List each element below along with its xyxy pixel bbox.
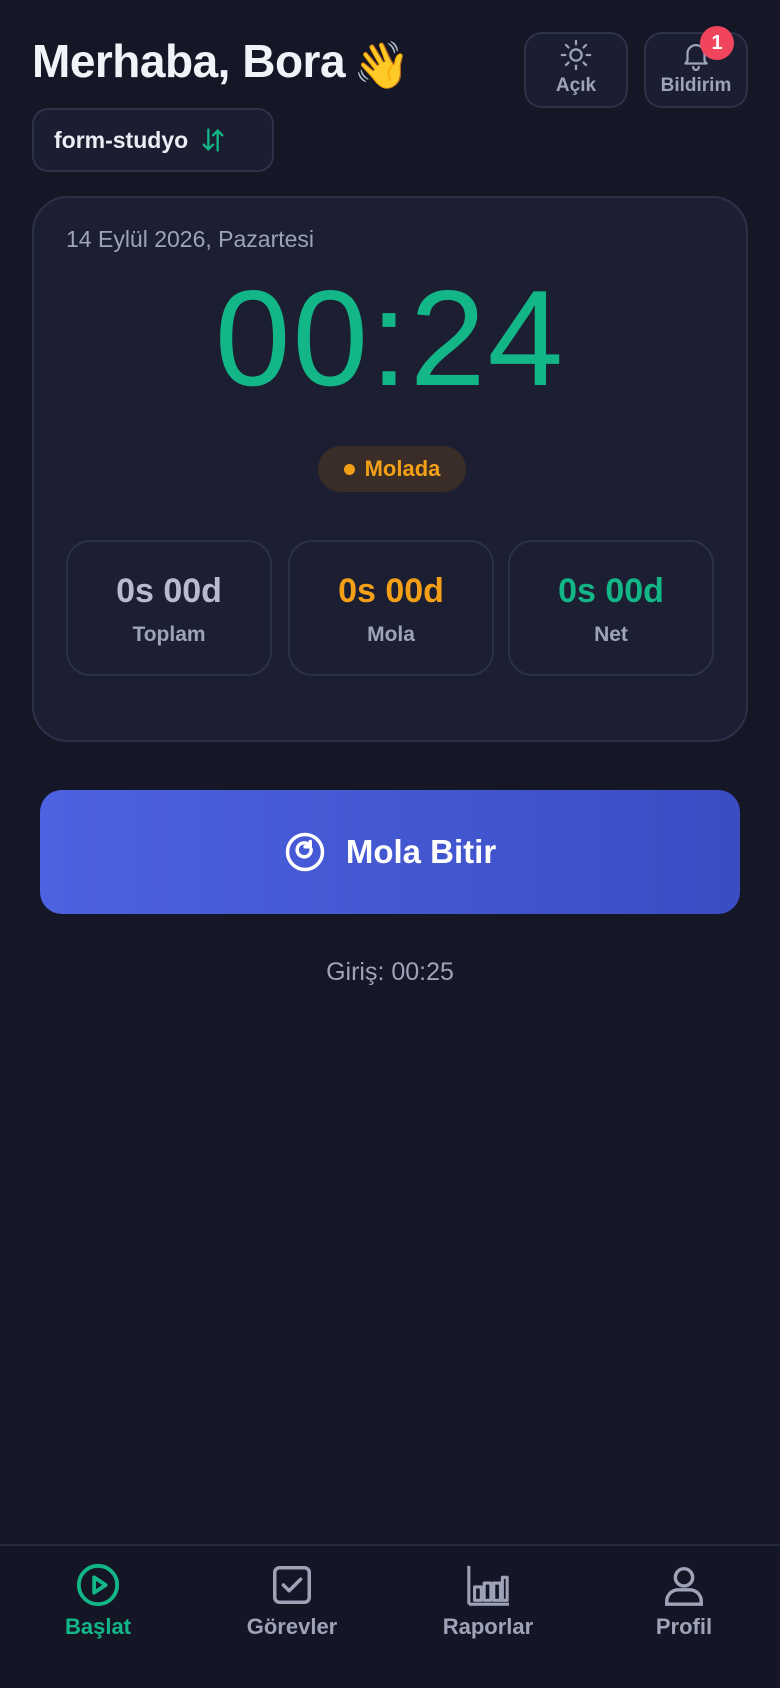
nav-label-reports: Raporlar [442, 1614, 534, 1639]
nav-item-tasks[interactable]: Görevler [212, 1562, 372, 1640]
timer-display: 00:24 [214, 262, 566, 414]
play-circle-icon [76, 1563, 120, 1607]
stat-net-value: 0s 00d [558, 572, 664, 610]
stat-net: 0s 00d Net [508, 540, 714, 676]
notifications-label: Bildirim [660, 75, 732, 96]
nav-item-profile[interactable]: Profil [604, 1562, 764, 1640]
checkbox-icon [273, 1566, 311, 1604]
waving-hand-icon: 👋 [353, 39, 410, 91]
status-text: Molada [364, 456, 441, 481]
bar-chart-icon [467, 1565, 510, 1606]
stat-break: 0s 00d Mola [288, 540, 494, 676]
nav-item-reports[interactable]: Raporlar [408, 1562, 568, 1640]
nav-item-start[interactable]: Başlat [18, 1562, 178, 1640]
app-screen: Merhaba, Bora 👋 Açık Bildirim 1 form-stud… [0, 0, 780, 1688]
stat-net-label: Net [594, 623, 628, 646]
greeting-text: Merhaba, Bora [32, 35, 346, 87]
nav-label-tasks: Görevler [246, 1614, 338, 1639]
sun-icon [560, 39, 592, 71]
workspace-name: form-studyo [54, 126, 189, 153]
end-break-button[interactable]: Mola Bitir [40, 790, 740, 914]
status-badge: Molada [318, 446, 466, 492]
notification-count-badge: 1 [700, 26, 734, 60]
user-icon [665, 1566, 703, 1606]
stat-total: 0s 00d Toplam [66, 540, 272, 676]
status-dot-icon [343, 463, 355, 475]
theme-toggle-button[interactable]: Açık [524, 32, 628, 108]
bottom-navigation: Başlat Görevler Raporlar Profil [0, 1544, 780, 1688]
stat-total-value: 0s 00d [116, 572, 222, 610]
resume-circle-icon [285, 832, 325, 872]
swap-vertical-icon [202, 128, 224, 152]
nav-label-profile: Profil [655, 1614, 713, 1639]
stat-break-value: 0s 00d [338, 572, 444, 610]
timer-card: 14 Eylül 2026, Pazartesi 00:24 Molada 0s… [32, 196, 748, 742]
workspace-switcher[interactable]: form-studyo [32, 108, 274, 172]
stat-total-label: Toplam [132, 623, 206, 646]
nav-label-start: Başlat [64, 1614, 132, 1639]
checkin-time: Giriş: 00:25 [326, 958, 454, 986]
theme-toggle-label: Açık [555, 75, 597, 96]
end-break-label: Mola Bitir [345, 833, 497, 870]
greeting-title: Merhaba, Bora 👋 [32, 34, 410, 93]
notifications-button[interactable]: Bildirim 1 [644, 26, 748, 108]
current-date: 14 Eylül 2026, Pazartesi [66, 226, 315, 252]
stat-break-label: Mola [367, 623, 415, 646]
